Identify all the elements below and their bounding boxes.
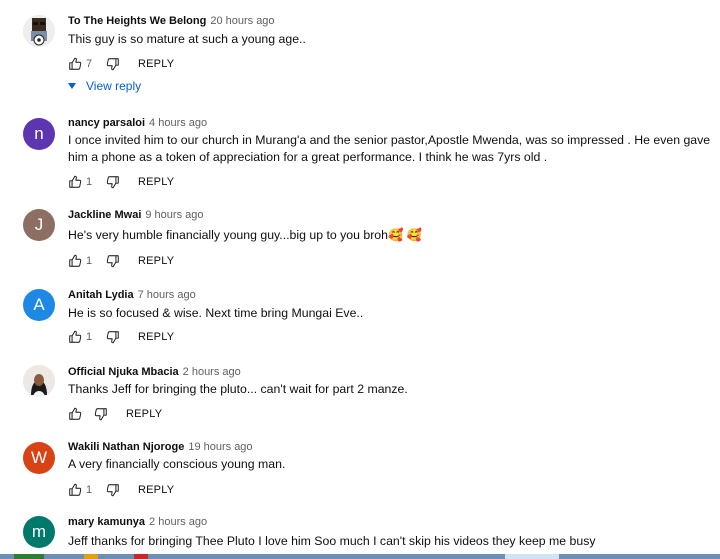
comment-actions: 7 REPLY: [68, 56, 174, 72]
comment-actions: REPLY: [68, 406, 162, 422]
taskbar-item[interactable]: [84, 554, 98, 559]
comment-actions: 1 REPLY: [68, 482, 174, 498]
comment-item: A Anitah Lydia 7 hours ago He is so focus…: [0, 275, 720, 352]
taskbar-item[interactable]: [14, 554, 44, 559]
comment-actions: 1 REPLY: [68, 253, 174, 269]
avatar[interactable]: [23, 365, 55, 397]
thumb-down-icon[interactable]: [106, 175, 120, 189]
comment-item: To The Heights We Belong 20 hours ago Thi…: [0, 0, 720, 100]
comment-time[interactable]: 4 hours ago: [149, 117, 207, 129]
reply-button[interactable]: REPLY: [138, 255, 174, 267]
thumb-down-icon[interactable]: [94, 407, 108, 421]
woman-portrait-avatar-icon: [23, 365, 55, 397]
taskbar-item[interactable]: [505, 554, 559, 559]
comment-header: mary kamunya 2 hours ago: [68, 516, 207, 528]
comment-time[interactable]: 9 hours ago: [145, 209, 203, 221]
comment-text: He's very humble financially young guy..…: [68, 227, 713, 244]
comment-time[interactable]: 20 hours ago: [210, 15, 274, 27]
soccer-player-avatar-icon: [23, 15, 55, 47]
reply-button[interactable]: REPLY: [138, 331, 174, 343]
comment-author[interactable]: Anitah Lydia: [68, 289, 134, 301]
comment-author[interactable]: Jackline Mwai: [68, 209, 141, 221]
comment-item: J Jackline Mwai 9 hours ago He's very hum…: [0, 195, 720, 275]
thumb-down-icon[interactable]: [106, 330, 120, 344]
thumb-down-icon[interactable]: [106, 254, 120, 268]
thumb-up-icon[interactable]: [68, 57, 82, 71]
comment-text-body: He's very humble financially young guy..…: [68, 228, 388, 242]
comment-author[interactable]: Wakili Nathan Njoroge: [68, 441, 184, 453]
comment-text: This guy is so mature at such a young ag…: [68, 32, 306, 46]
comment-text: A very financially conscious young man.: [68, 457, 286, 471]
comment-author[interactable]: mary kamunya: [68, 516, 145, 528]
thumb-up-icon[interactable]: [68, 407, 82, 421]
avatar-letter: A: [33, 295, 45, 314]
comment-author[interactable]: Official Njuka Mbacia: [68, 366, 179, 378]
comment-item: n nancy parsaloi 4 hours ago I once invit…: [0, 100, 720, 195]
thumb-down-icon[interactable]: [106, 57, 120, 71]
avatar[interactable]: W: [23, 442, 55, 474]
reply-button[interactable]: REPLY: [126, 408, 162, 420]
thumb-up-icon[interactable]: [68, 483, 82, 497]
taskbar: [0, 554, 720, 559]
avatar[interactable]: J: [23, 209, 55, 241]
comment-item: W Wakili Nathan Njoroge 19 hours ago A ve…: [0, 428, 720, 505]
view-replies-label: View reply: [86, 79, 142, 93]
comment-item: m mary kamunya 2 hours ago Jeff thanks fo…: [0, 505, 720, 559]
avatar[interactable]: m: [23, 516, 55, 548]
like-count: 1: [86, 255, 93, 267]
comment-header: Jackline Mwai 9 hours ago: [68, 209, 203, 221]
avatar-letter: J: [34, 215, 44, 234]
comment-header: Wakili Nathan Njoroge 19 hours ago: [68, 441, 253, 453]
avatar-letter: n: [34, 124, 44, 143]
comment-header: nancy parsaloi 4 hours ago: [68, 117, 207, 129]
comment-actions: 1 REPLY: [68, 329, 174, 345]
like-count: 7: [86, 58, 93, 70]
comment-time[interactable]: 7 hours ago: [138, 289, 196, 301]
heart-face-emoji: 🥰 🥰: [387, 228, 423, 242]
comment-time[interactable]: 2 hours ago: [183, 366, 241, 378]
avatar[interactable]: n: [23, 118, 55, 150]
thumb-up-icon[interactable]: [68, 175, 82, 189]
comment-header: To The Heights We Belong 20 hours ago: [68, 15, 275, 27]
comment-item: Official Njuka Mbacia 2 hours ago Thanks …: [0, 352, 720, 428]
comment-header: Anitah Lydia 7 hours ago: [68, 289, 196, 301]
view-replies-button[interactable]: View reply: [68, 79, 141, 93]
caret-down-icon: [68, 83, 76, 89]
avatar-letter: m: [31, 522, 47, 541]
taskbar-item[interactable]: [134, 554, 148, 559]
comment-text: Thanks Jeff for bringing the pluto... ca…: [68, 382, 408, 396]
avatar[interactable]: [23, 15, 55, 47]
reply-button[interactable]: REPLY: [138, 176, 174, 188]
comment-actions: 1 REPLY: [68, 174, 174, 190]
comment-time[interactable]: 19 hours ago: [188, 441, 252, 453]
comment-author[interactable]: To The Heights We Belong: [68, 15, 206, 27]
comment-text: I once invited him to our church in Mura…: [68, 133, 711, 164]
like-count: 1: [86, 331, 93, 343]
thumb-up-icon[interactable]: [68, 330, 82, 344]
thumb-down-icon[interactable]: [106, 483, 120, 497]
comment-time[interactable]: 2 hours ago: [149, 516, 207, 528]
comment-text: He is so focused & wise. Next time bring…: [68, 306, 364, 320]
thumb-up-icon[interactable]: [68, 254, 82, 268]
comment-author[interactable]: nancy parsaloi: [68, 117, 145, 129]
comment-text: Jeff thanks for bringing Thee Pluto I lo…: [68, 534, 596, 548]
avatar-letter: W: [30, 448, 48, 467]
avatar[interactable]: A: [23, 289, 55, 321]
like-count: 1: [86, 176, 93, 188]
comment-header: Official Njuka Mbacia 2 hours ago: [68, 366, 241, 378]
reply-button[interactable]: REPLY: [138, 484, 174, 496]
reply-button[interactable]: REPLY: [138, 58, 174, 70]
like-count: 1: [86, 484, 93, 496]
